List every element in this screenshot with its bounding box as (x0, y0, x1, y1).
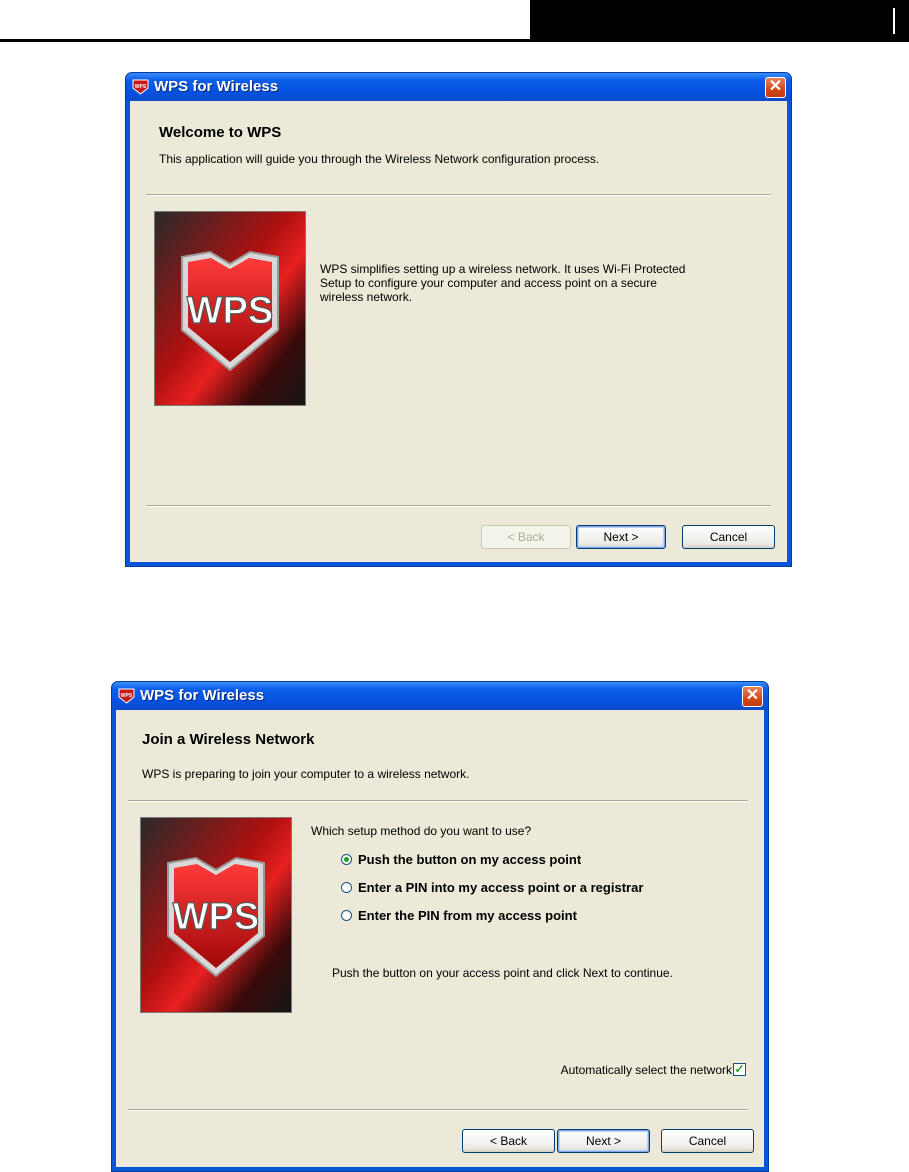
footer-separator (128, 1109, 748, 1111)
description-text: WPS simplifies setting up a wireless net… (320, 262, 760, 304)
back-button[interactable]: < Back (481, 525, 571, 549)
description-line: WPS simplifies setting up a wireless net… (320, 262, 686, 276)
setup-question: Which setup method do you want to use? (311, 824, 532, 838)
page-header-tick (893, 8, 895, 34)
wps-logo-image: WPS (140, 817, 292, 1013)
cancel-button[interactable]: Cancel (661, 1129, 754, 1153)
page-header-rule (0, 39, 530, 42)
next-button[interactable]: Next > (576, 525, 666, 549)
join-network-dialog: WPS WPS for Wireless ✕ Join a Wireless N… (111, 681, 769, 1172)
close-button[interactable]: ✕ (765, 77, 786, 98)
next-button[interactable]: Next > (557, 1129, 650, 1153)
header-subtitle: This application will guide you through … (159, 152, 600, 166)
wps-app-icon: WPS (118, 688, 135, 704)
option-enter-pin-into-ap[interactable]: Enter a PIN into my access point or a re… (341, 880, 643, 895)
auto-select-checkbox[interactable]: ✓ (733, 1063, 746, 1076)
close-button[interactable]: ✕ (742, 686, 763, 707)
dialog-titlebar[interactable]: WPS WPS for Wireless ✕ (126, 73, 791, 101)
svg-text:WPS: WPS (135, 84, 147, 90)
dialog-body: Join a Wireless Network WPS is preparing… (116, 710, 764, 1167)
instruction-text: Push the button on your access point and… (332, 966, 673, 980)
dialog-title: WPS for Wireless (140, 687, 265, 704)
welcome-dialog: WPS WPS for Wireless ✕ Welcome to WPS Th… (125, 72, 792, 567)
option-label: Enter the PIN from my access point (358, 908, 577, 923)
wps-shield-graphic: WPS (141, 818, 291, 1012)
header-title: Welcome to WPS (159, 124, 282, 141)
wps-shield-graphic: WPS (155, 212, 305, 405)
wps-logo-image: WPS (154, 211, 306, 406)
wps-logo-text: WPS (187, 290, 274, 332)
auto-select-label: Automatically select the network (560, 1063, 732, 1077)
header-title: Join a Wireless Network (142, 731, 315, 748)
back-button[interactable]: < Back (462, 1129, 555, 1153)
radio-icon[interactable] (341, 882, 352, 893)
cancel-button[interactable]: Cancel (682, 525, 775, 549)
option-enter-pin-from-ap[interactable]: Enter the PIN from my access point (341, 908, 577, 923)
dialog-title: WPS for Wireless (154, 78, 279, 95)
dialog-body: Welcome to WPS This application will gui… (130, 101, 787, 562)
option-label: Enter a PIN into my access point or a re… (358, 880, 644, 895)
header-separator (128, 800, 748, 802)
wps-logo-text: WPS (173, 896, 260, 938)
header-separator (146, 194, 771, 196)
svg-text:WPS: WPS (121, 693, 133, 699)
page-header-block (530, 0, 909, 42)
footer-separator (146, 505, 771, 507)
radio-selected-icon[interactable] (341, 854, 352, 865)
description-line: Setup to configure your computer and acc… (320, 276, 657, 290)
option-push-button[interactable]: Push the button on my access point (341, 852, 581, 867)
header-subtitle: WPS is preparing to join your computer t… (142, 767, 470, 781)
wps-app-icon: WPS (132, 79, 149, 95)
option-label: Push the button on my access point (358, 852, 582, 867)
dialog-titlebar[interactable]: WPS WPS for Wireless ✕ (112, 682, 768, 710)
description-line: wireless network. (320, 290, 413, 304)
radio-icon[interactable] (341, 910, 352, 921)
